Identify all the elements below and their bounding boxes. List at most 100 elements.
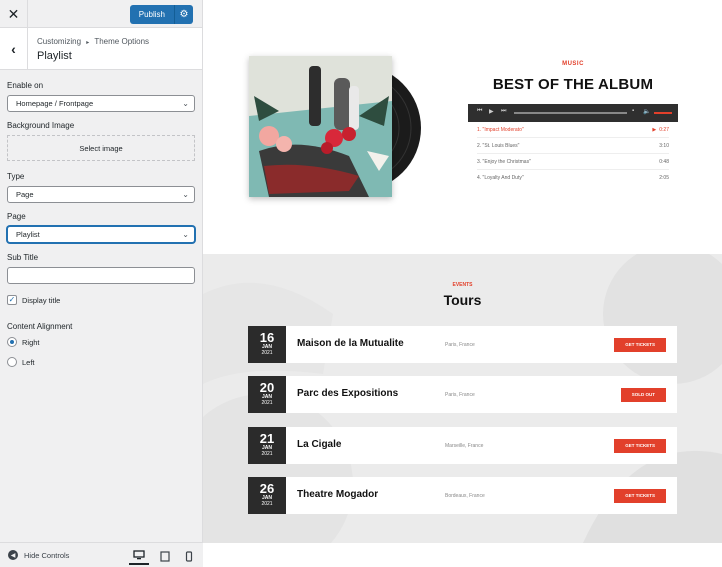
- track-title: 1. "Impact Moderato": [477, 126, 524, 133]
- chevron-down-icon: ⌄: [182, 230, 189, 239]
- get-tickets-button[interactable]: GET TICKETS: [614, 489, 666, 503]
- customizer-footer: ◀ Hide Controls: [0, 542, 203, 567]
- chevron-left-icon: ‹: [11, 41, 16, 57]
- tablet-icon: [160, 550, 170, 562]
- get-tickets-button[interactable]: GET TICKETS: [614, 338, 666, 352]
- tour-date: 16 JAN 2021: [248, 326, 286, 363]
- publish-group: Publish ⚙: [129, 5, 193, 24]
- back-button[interactable]: ‹: [0, 28, 28, 70]
- track-duration: 0:27: [659, 126, 669, 133]
- track-title: 4. "Loyalty And Duty": [477, 175, 524, 181]
- track-item[interactable]: 3. "Enjoy the Christmas" 0:48: [477, 154, 669, 170]
- album-section: MUSIC BEST OF THE ALBUM ⏮ ▶ ⏭ ▪ 🔈 1. "Im…: [203, 0, 722, 254]
- track-item[interactable]: 4. "Loyalty And Duty" 2:05: [477, 170, 669, 186]
- progress-bar[interactable]: [514, 112, 627, 114]
- enable-on-value: Homepage / Frontpage: [16, 99, 94, 108]
- get-tickets-button[interactable]: GET TICKETS: [614, 439, 666, 453]
- background-image-label: Background Image: [7, 121, 75, 130]
- prev-track-icon[interactable]: ⏮: [477, 108, 482, 115]
- track-duration: 0:48: [659, 158, 669, 165]
- tour-row: 21 JAN 2021 La Cigale Marseille, France …: [248, 427, 677, 464]
- alignment-left-radio[interactable]: [7, 357, 17, 367]
- tours-title: Tours: [443, 292, 482, 308]
- alignment-option-right[interactable]: Right: [7, 337, 195, 347]
- section-header: ‹ Customizing ▸ Theme Options Playlist: [0, 28, 202, 70]
- select-image-button[interactable]: Select image: [7, 135, 195, 161]
- track-title: 3. "Enjoy the Christmas": [477, 158, 531, 165]
- page-select[interactable]: Playlist ⌄: [7, 226, 195, 243]
- track-duration: 2:05: [659, 175, 669, 181]
- enable-on-select[interactable]: Homepage / Frontpage ⌄: [7, 95, 195, 112]
- publish-settings-button[interactable]: ⚙: [174, 5, 193, 24]
- audio-player: ⏮ ▶ ⏭ ▪ 🔈: [468, 104, 678, 122]
- gear-icon: ⚙: [179, 9, 189, 20]
- tour-venue: Maison de la Mutualite: [297, 338, 404, 349]
- tour-date: 20 JAN 2021: [248, 376, 286, 413]
- sub-title-input[interactable]: [7, 267, 195, 284]
- arrow-left-circle-icon: ◀: [8, 550, 18, 560]
- tour-day: 26: [259, 481, 275, 496]
- play-icon[interactable]: ▶: [489, 108, 494, 115]
- tour-location: Bordeaux, France: [445, 493, 485, 499]
- playing-icon: ▶: [652, 126, 657, 133]
- time-readout-icon: ▪: [632, 108, 635, 114]
- display-title-option[interactable]: ✓ Display title: [7, 295, 195, 305]
- mobile-icon: [185, 550, 193, 562]
- events-tag: EVENTS: [452, 282, 473, 288]
- desktop-preview-button[interactable]: [129, 547, 149, 565]
- volume-slider[interactable]: [654, 112, 672, 114]
- site-preview: MUSIC BEST OF THE ALBUM ⏮ ▶ ⏭ ▪ 🔈 1. "Im…: [203, 0, 722, 567]
- tour-year: 2021: [261, 350, 273, 356]
- display-title-label: Display title: [22, 295, 61, 305]
- customizer-header: ✕ Publish ⚙: [0, 0, 202, 28]
- alignment-option-left[interactable]: Left: [7, 357, 195, 367]
- track-duration: 3:10: [659, 142, 669, 149]
- tour-venue: La Cigale: [297, 439, 342, 450]
- tour-location: Paris, France: [445, 392, 475, 398]
- mobile-preview-button[interactable]: [179, 547, 199, 565]
- tour-location: Paris, France: [445, 342, 475, 348]
- tablet-preview-button[interactable]: [155, 547, 175, 565]
- tour-venue: Parc des Expositions: [297, 388, 399, 399]
- tour-day: 20: [259, 380, 275, 395]
- track-item[interactable]: 2. "St. Louis Blues" 3:10: [477, 138, 669, 154]
- display-title-checkbox[interactable]: ✓: [7, 295, 17, 305]
- alignment-right-radio[interactable]: [7, 337, 17, 347]
- close-customizer-button[interactable]: ✕: [0, 0, 28, 28]
- breadcrumb-parent: Theme Options: [94, 37, 150, 46]
- tour-year: 2021: [261, 400, 273, 406]
- content-alignment-label: Content Alignment: [7, 322, 73, 331]
- hide-controls-button[interactable]: ◀ Hide Controls: [8, 550, 69, 560]
- close-icon: ✕: [7, 5, 20, 22]
- customizer-sidebar: ✕ Publish ⚙ ‹ Customizing ▸ Theme Option…: [0, 0, 203, 567]
- album-title: BEST OF THE ALBUM: [492, 76, 654, 93]
- next-track-icon[interactable]: ⏭: [501, 108, 506, 115]
- tour-row: 26 JAN 2021 Theatre Mogador Bordeaux, Fr…: [248, 477, 677, 514]
- alignment-right-label: Right: [22, 337, 40, 347]
- track-item[interactable]: 1. "Impact Moderato" ▶ 0:27: [477, 122, 669, 138]
- sold-out-button[interactable]: SOLD OUT: [620, 388, 666, 402]
- footer-strip: [203, 543, 722, 567]
- type-label: Type: [7, 172, 25, 181]
- track-title: 2. "St. Louis Blues": [477, 142, 520, 149]
- tour-location: Marseille, France: [445, 443, 484, 449]
- breadcrumb-root: Customizing: [37, 37, 82, 46]
- sub-title-label: Sub Title: [7, 253, 39, 262]
- tour-date: 26 JAN 2021: [248, 477, 286, 514]
- track-list: 1. "Impact Moderato" ▶ 0:27 2. "St. Louis…: [477, 122, 669, 186]
- chevron-down-icon: ⌄: [182, 190, 189, 199]
- type-value: Page: [16, 190, 34, 199]
- breadcrumb-separator-icon: ▸: [86, 40, 90, 46]
- tour-venue: Theatre Mogador: [297, 489, 379, 500]
- tour-day: 21: [259, 431, 275, 446]
- type-select[interactable]: Page ⌄: [7, 186, 195, 203]
- volume-icon[interactable]: 🔈: [643, 108, 650, 115]
- hide-controls-label: Hide Controls: [24, 550, 70, 560]
- breadcrumb: Customizing ▸ Theme Options: [37, 37, 149, 46]
- tours-section: EVENTS Tours 16 JAN 2021 Maison de la Mu…: [203, 254, 722, 543]
- music-tag: MUSIC: [562, 61, 584, 67]
- page-value: Playlist: [16, 230, 40, 239]
- tour-year: 2021: [261, 501, 273, 507]
- publish-button[interactable]: Publish: [130, 5, 174, 24]
- tour-year: 2021: [261, 451, 273, 457]
